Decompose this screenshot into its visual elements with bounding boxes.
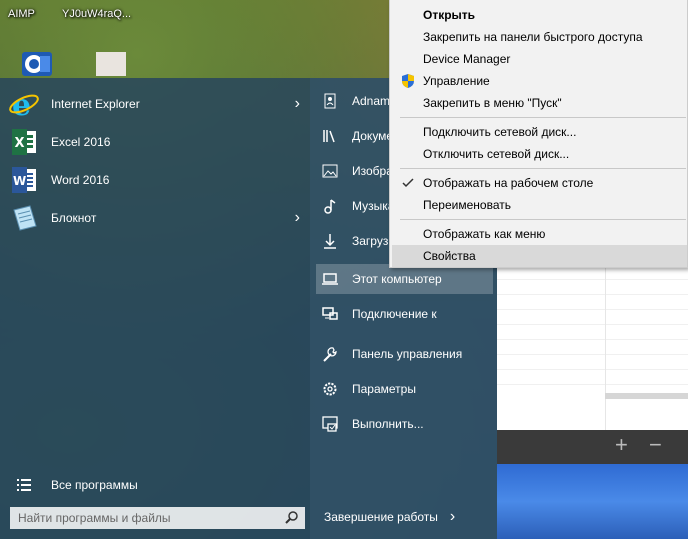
right-item-label: Панель управления (352, 347, 463, 361)
zoom-in-button[interactable]: + (615, 432, 628, 458)
right-item-settings[interactable]: Параметры (316, 374, 493, 404)
context-item-label: Управление (423, 74, 490, 88)
app-label: Internet Explorer (51, 97, 140, 111)
chevron-right-icon[interactable]: › (295, 209, 300, 227)
right-item-connect[interactable]: Подключение к (316, 299, 493, 329)
right-item-label: Докуме (352, 129, 394, 143)
context-item-label: Переименовать (423, 198, 511, 212)
context-item-open[interactable]: Открыть (392, 4, 687, 26)
app-internet-explorer[interactable]: e Internet Explorer › (8, 86, 308, 123)
checkmark-icon (400, 175, 416, 191)
context-item-label: Отображать на рабочем столе (423, 176, 594, 190)
chevron-right-icon[interactable]: › (450, 508, 455, 526)
background-image (497, 464, 688, 539)
svg-text:e: e (12, 88, 31, 120)
right-item-label: Подключение к (352, 307, 437, 321)
downloads-icon (320, 231, 340, 251)
app-label: Блокнот (51, 211, 97, 225)
app-notepad[interactable]: Блокнот › (8, 200, 308, 236)
start-menu-left-pane: e Internet Explorer › X Excel 2016 W Wor… (0, 78, 310, 539)
control-panel-icon (320, 344, 340, 364)
horizontal-scrollbar[interactable] (605, 393, 688, 399)
right-item-label: Параметры (352, 382, 416, 396)
context-item-label: Свойства (423, 249, 476, 263)
uac-shield-icon (400, 73, 416, 89)
run-icon (320, 414, 340, 434)
app-label: Excel 2016 (51, 135, 111, 149)
background-toolbar: + − (497, 430, 688, 464)
app-logo-icon (25, 55, 50, 73)
desktop-image-icon[interactable] (96, 52, 126, 76)
context-item-manage[interactable]: Управление (392, 70, 687, 92)
app-word[interactable]: W Word 2016 (8, 162, 308, 198)
right-item-label: Изобра (352, 164, 393, 178)
app-label: Word 2016 (51, 173, 110, 187)
app-excel[interactable]: X Excel 2016 (8, 124, 308, 160)
context-item-pin-quick-access[interactable]: Закрепить на панели быстрого доступа (392, 26, 687, 48)
right-item-this-pc[interactable]: Этот компьютер (316, 264, 493, 294)
desktop-icon-label-file[interactable]: YJ0uW4raQ... (62, 8, 131, 20)
search-icon[interactable] (285, 510, 299, 527)
context-item-rename[interactable]: Переименовать (392, 194, 687, 216)
background-window (497, 265, 688, 430)
right-item-label: Этот компьютер (352, 272, 442, 286)
context-item-pin-start[interactable]: Закрепить в меню "Пуск" (392, 92, 687, 114)
context-item-label: Отображать как меню (423, 227, 546, 241)
chevron-right-icon[interactable]: › (295, 95, 300, 113)
user-folder-icon (320, 91, 340, 111)
shutdown-label: Завершение работы (324, 510, 438, 524)
svg-text:X: X (15, 136, 25, 151)
right-item-label: Загрузк (352, 234, 394, 248)
context-separator (400, 117, 686, 118)
context-item-disconnect-drive[interactable]: Отключить сетевой диск... (392, 143, 687, 165)
right-item-label: Выполнить... (352, 417, 424, 431)
right-item-run[interactable]: Выполнить... (316, 409, 493, 439)
list-icon (8, 478, 40, 492)
desktop-app-icon[interactable] (22, 52, 52, 76)
svg-text:W: W (13, 174, 26, 188)
all-programs-button[interactable]: Все программы (8, 474, 308, 496)
context-item-label: Открыть (423, 8, 476, 22)
pictures-icon (320, 161, 340, 181)
context-menu: Открыть Закрепить на панели быстрого дос… (389, 0, 688, 268)
context-item-map-drive[interactable]: Подключить сетевой диск... (392, 121, 687, 143)
all-programs-label: Все программы (51, 478, 138, 492)
internet-explorer-icon: e (8, 88, 40, 123)
zoom-out-button[interactable]: − (649, 432, 662, 458)
context-item-label: Закрепить на панели быстрого доступа (423, 30, 643, 44)
music-icon (320, 196, 340, 216)
desktop-icon-label-aimp[interactable]: AIMP (8, 8, 35, 20)
excel-icon: X (8, 126, 40, 158)
right-item-label: Adnam (352, 94, 391, 108)
right-item-control-panel[interactable]: Панель управления (316, 339, 493, 369)
word-icon: W (8, 164, 40, 196)
context-item-show-on-desktop[interactable]: Отображать на рабочем столе (392, 172, 687, 194)
context-item-properties[interactable]: Свойства (392, 245, 687, 267)
context-item-show-as-menu[interactable]: Отображать как меню (392, 223, 687, 245)
context-item-label: Отключить сетевой диск... (423, 147, 570, 161)
notepad-icon (8, 202, 40, 234)
computer-icon (320, 269, 340, 289)
context-item-label: Закрепить в меню "Пуск" (423, 96, 562, 110)
context-item-label: Device Manager (423, 52, 511, 66)
search-placeholder: Найти программы и файлы (18, 511, 171, 525)
connect-icon (320, 304, 340, 324)
documents-icon (320, 126, 340, 146)
context-separator (400, 168, 686, 169)
context-separator (400, 219, 686, 220)
settings-gear-icon (320, 379, 340, 399)
context-item-device-manager[interactable]: Device Manager (392, 48, 687, 70)
context-item-label: Подключить сетевой диск... (423, 125, 577, 139)
shutdown-button[interactable]: Завершение работы › (324, 506, 455, 528)
search-input[interactable]: Найти программы и файлы (10, 507, 305, 529)
